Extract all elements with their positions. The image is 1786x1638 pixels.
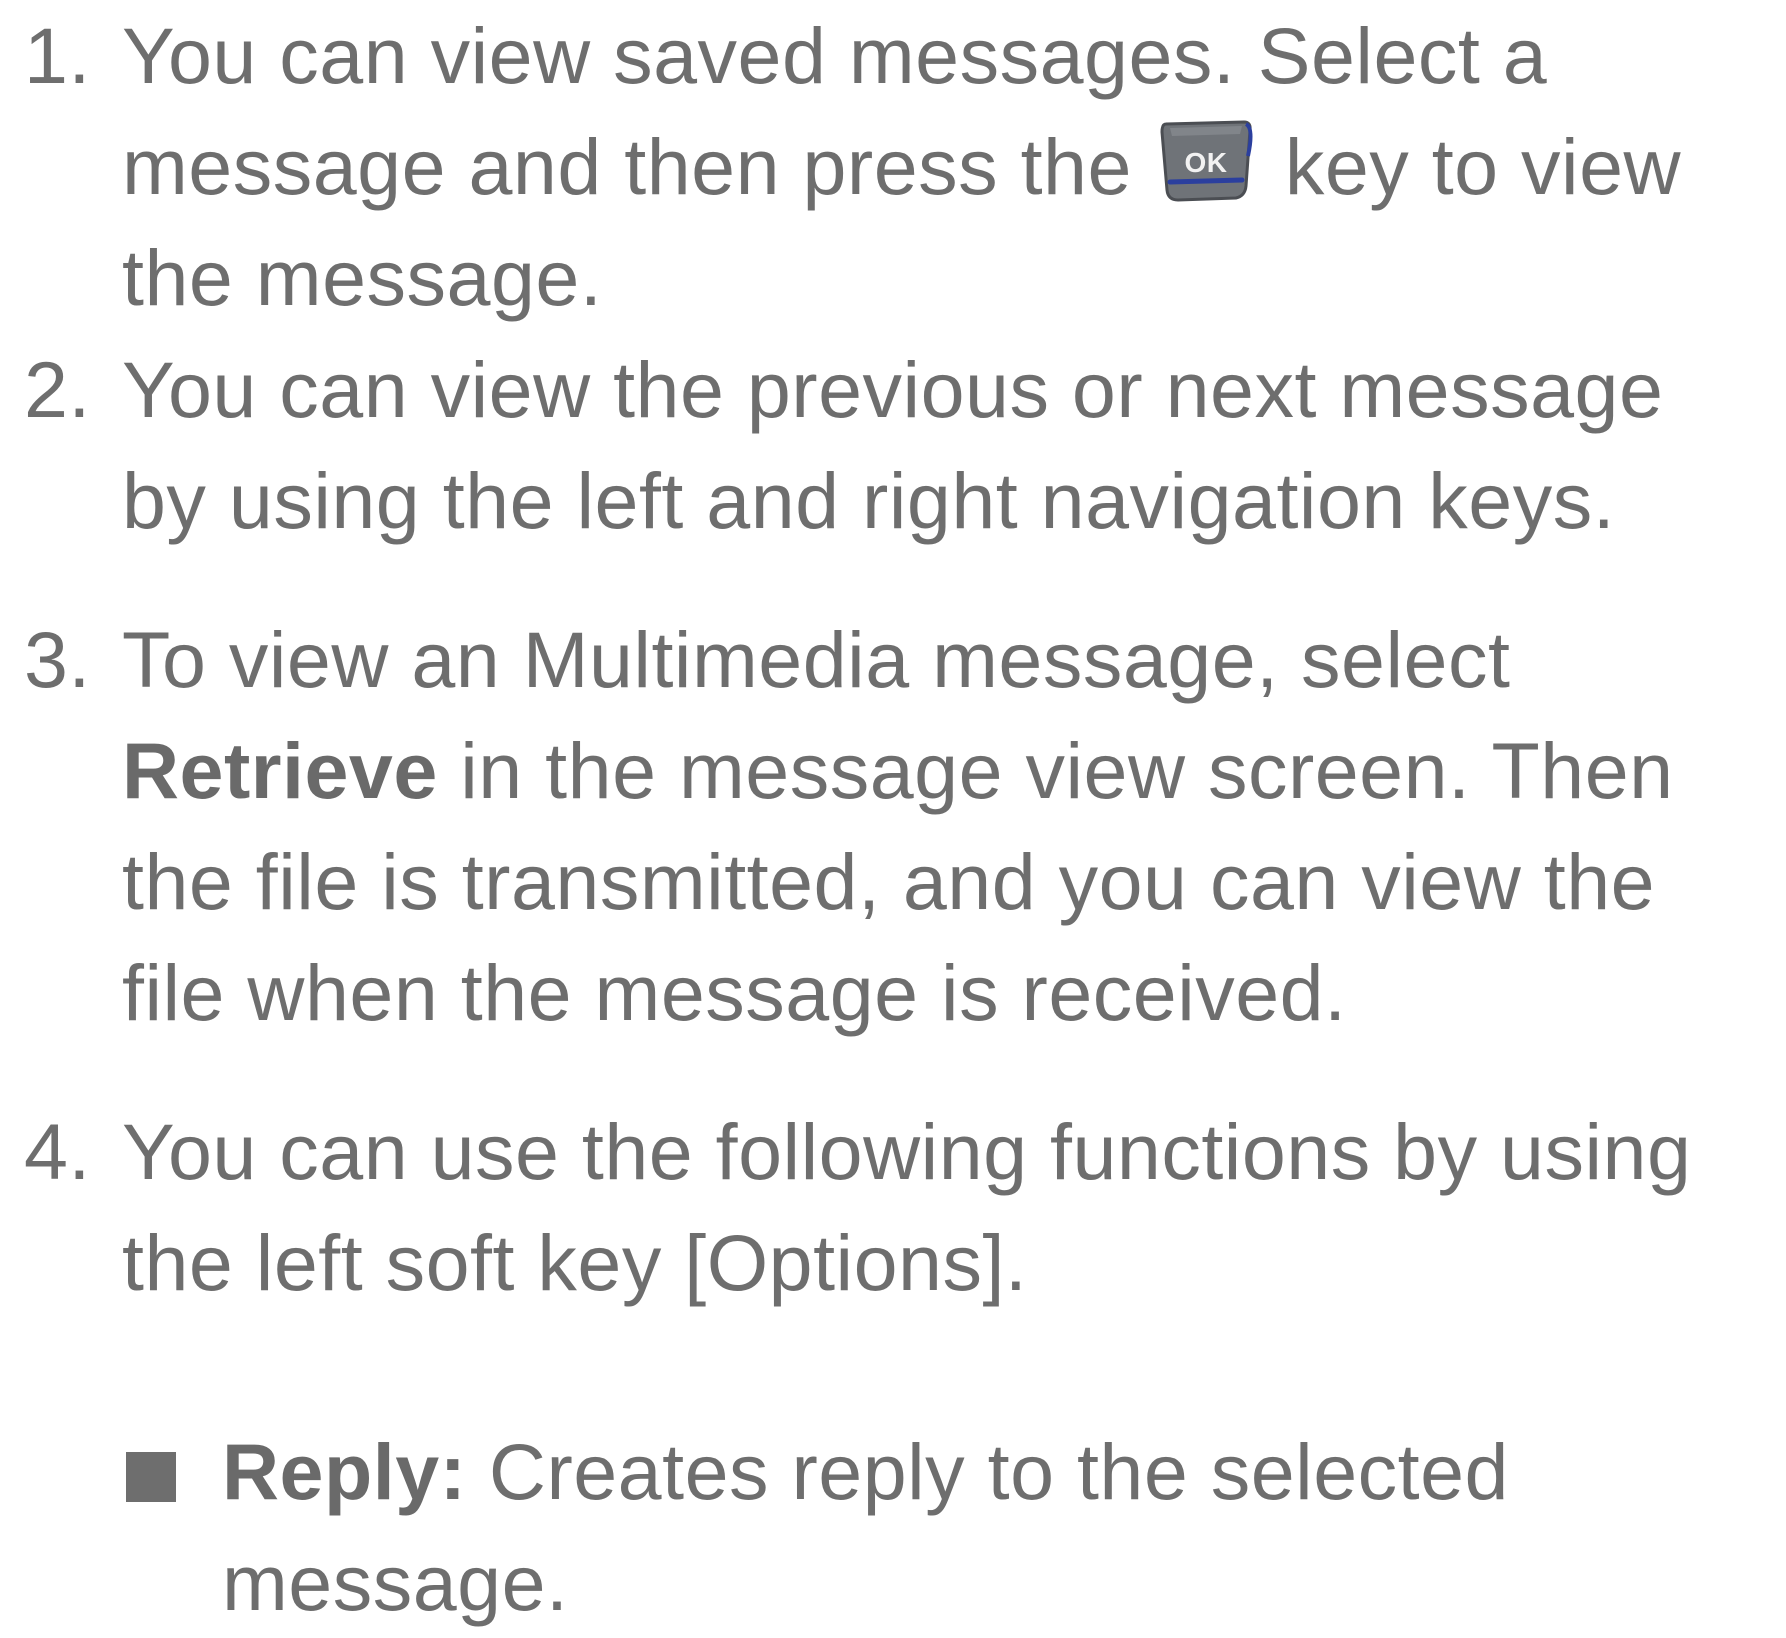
step-line: You can view the previous or next messag… xyxy=(122,345,1664,434)
step-number: 3. xyxy=(24,615,91,704)
step-text: To view an Multimedia message, select Re… xyxy=(122,604,1782,1048)
step-line: the message. xyxy=(122,233,603,322)
step-text-segment: message and then press the xyxy=(122,122,1132,211)
step-text: You can view saved messages. Select a me… xyxy=(122,0,1782,333)
bullet-text-segment: Creates reply to the selected xyxy=(466,1427,1509,1516)
ok-key-icon: OK xyxy=(1156,116,1256,210)
step-line: message and then press the OK key to vie… xyxy=(122,111,1782,222)
step-line: You can view saved messages. Select a xyxy=(122,11,1548,100)
step-line: file when the message is received. xyxy=(122,948,1347,1037)
step-line: by using the left and right navigation k… xyxy=(122,456,1616,545)
reply-term: Reply: xyxy=(222,1427,467,1516)
step-line: To view an Multimedia message, select xyxy=(122,615,1511,704)
bullet-text: Reply: Creates reply to the selected mes… xyxy=(222,1416,1762,1638)
retrieve-term: Retrieve xyxy=(122,726,438,815)
bullet-line: message. xyxy=(222,1538,569,1627)
step-text: You can use the following functions by u… xyxy=(122,1096,1782,1318)
step-number: 2. xyxy=(24,345,91,434)
step-number: 1. xyxy=(24,11,91,100)
bullet-line: Reply: Creates reply to the selected xyxy=(222,1416,1762,1527)
step-number: 4. xyxy=(24,1107,91,1196)
step-text-segment: key to view xyxy=(1284,122,1682,211)
step-line: You can use the following functions by u… xyxy=(122,1107,1692,1196)
step-text: You can view the previous or next messag… xyxy=(122,334,1782,556)
step-line: the left soft key [Options]. xyxy=(122,1218,1028,1307)
square-bullet-icon xyxy=(126,1452,176,1502)
step-text-segment: in the message view screen. Then xyxy=(437,726,1674,815)
ok-key-label: OK xyxy=(1185,147,1228,178)
step-line: the file is transmitted, and you can vie… xyxy=(122,837,1656,926)
step-line: Retrieve in the message view screen. The… xyxy=(122,715,1782,826)
manual-page: 1. You can view saved messages. Select a… xyxy=(0,0,1786,1627)
